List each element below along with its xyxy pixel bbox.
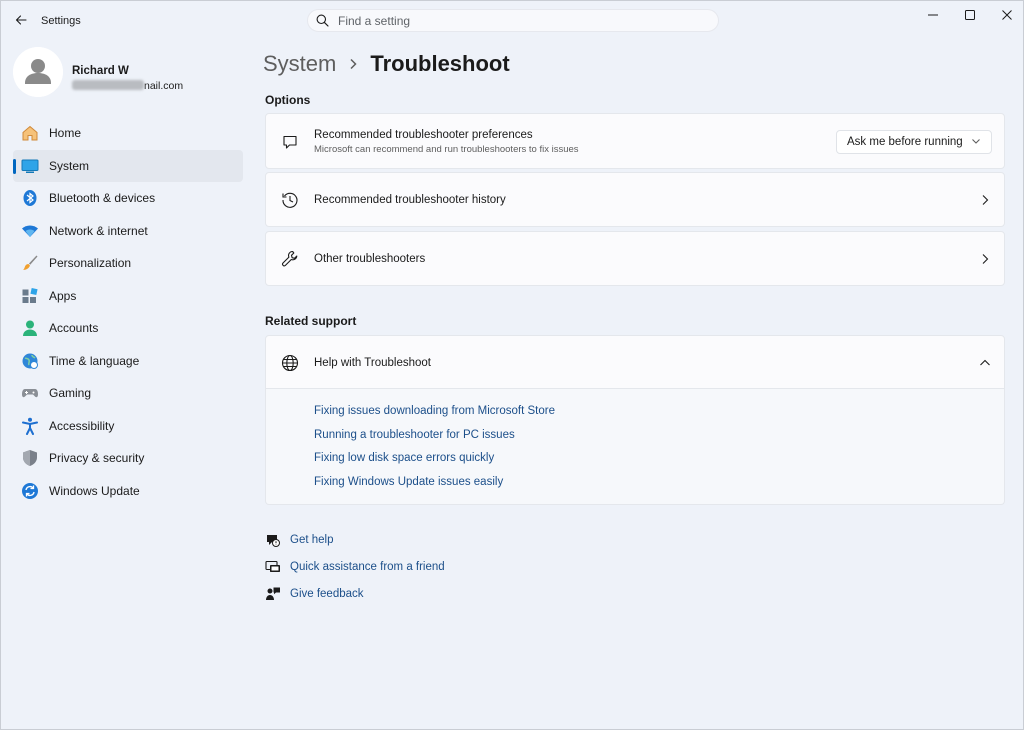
sidebar-item-system[interactable]: System — [13, 149, 243, 182]
sidebar-item-gaming[interactable]: Gaming — [13, 377, 243, 410]
sidebar-item-label: Apps — [49, 288, 77, 303]
accessibility-icon — [21, 417, 39, 435]
history-title: Recommended troubleshooter history — [314, 194, 506, 206]
sidebar-item-privacy[interactable]: Privacy & security — [13, 442, 243, 475]
sidebar-item-label: Privacy & security — [49, 451, 145, 466]
sidebar-item-network[interactable]: Network & internet — [13, 215, 243, 248]
sidebar-item-label: System — [49, 158, 90, 173]
sidebar-item-label: Accessibility — [49, 418, 115, 433]
minimize-button[interactable] — [914, 1, 951, 29]
minimize-icon — [927, 14, 938, 16]
chevron-right-icon — [978, 252, 992, 266]
brush-icon — [21, 254, 39, 272]
get-help-icon — [265, 532, 281, 548]
quick-assist-label: Quick assistance from a friend — [290, 561, 445, 573]
sidebar-item-label: Time & language — [49, 353, 140, 368]
preferences-dropdown[interactable]: Ask me before running — [836, 130, 992, 154]
feedback-icon — [265, 586, 281, 602]
breadcrumb-parent[interactable]: System — [263, 51, 336, 77]
email-redaction — [72, 80, 144, 90]
search-icon — [316, 14, 330, 28]
user-avatar-icon — [13, 47, 63, 97]
sidebar-item-windows-update[interactable]: Windows Update — [13, 475, 243, 508]
sidebar-item-label: Personalization — [49, 256, 132, 271]
globe-icon — [280, 353, 300, 373]
help-link[interactable]: Fixing issues downloading from Microsoft… — [314, 405, 555, 417]
maximize-button[interactable] — [951, 1, 988, 29]
home-icon — [21, 124, 39, 142]
chevron-right-icon — [348, 58, 358, 70]
sidebar-item-time-language[interactable]: Time & language — [13, 345, 243, 378]
help-link[interactable]: Fixing low disk space errors quickly — [314, 452, 494, 464]
sidebar-item-label: Accounts — [49, 321, 99, 336]
window-controls — [914, 1, 1024, 29]
options-heading: Options — [265, 93, 311, 107]
apps-icon — [21, 287, 39, 305]
user-profile[interactable]: Richard W nail.com — [13, 47, 243, 103]
get-help-link[interactable]: Get help — [265, 531, 333, 549]
sidebar: Richard W nail.com Home System Bluetooth… — [1, 41, 251, 730]
help-links-panel: Fixing issues downloading from Microsoft… — [265, 389, 1005, 505]
search-input[interactable] — [338, 13, 718, 28]
time-language-icon — [21, 352, 39, 370]
network-icon — [21, 222, 39, 240]
give-feedback-label: Give feedback — [290, 588, 364, 600]
troubleshooter-preferences-card: Recommended troubleshooter preferences M… — [265, 113, 1005, 169]
sidebar-item-accessibility[interactable]: Accessibility — [13, 410, 243, 443]
other-troubleshooters-card[interactable]: Other troubleshooters — [265, 231, 1005, 286]
sidebar-item-label: Bluetooth & devices — [49, 191, 156, 206]
system-icon — [21, 157, 39, 175]
app-title: Settings — [41, 15, 81, 27]
other-troubleshooters-title: Other troubleshooters — [314, 253, 426, 265]
give-feedback-link[interactable]: Give feedback — [265, 585, 364, 603]
wrench-icon — [280, 249, 300, 269]
close-icon — [1001, 10, 1012, 20]
chevron-right-icon — [978, 193, 992, 207]
preferences-subtitle: Microsoft can recommend and run troubles… — [314, 144, 579, 155]
page-title: Troubleshoot — [370, 51, 510, 76]
sidebar-item-label: Home — [49, 126, 82, 141]
close-button[interactable] — [988, 1, 1024, 29]
shield-icon — [21, 449, 39, 467]
help-title: Help with Troubleshoot — [314, 357, 431, 369]
help-link[interactable]: Running a troubleshooter for PC issues — [314, 429, 515, 441]
sidebar-item-accounts[interactable]: Accounts — [13, 312, 243, 345]
search-box[interactable] — [307, 9, 719, 32]
sidebar-item-apps[interactable]: Apps — [13, 280, 243, 313]
sidebar-item-bluetooth[interactable]: Bluetooth & devices — [13, 182, 243, 215]
sidebar-item-personalization[interactable]: Personalization — [13, 247, 243, 280]
dropdown-value: Ask me before running — [847, 136, 963, 148]
user-name: Richard W — [72, 65, 129, 77]
chevron-up-icon — [978, 356, 992, 370]
sidebar-item-label: Network & internet — [49, 223, 148, 238]
update-icon — [21, 482, 39, 500]
avatar — [13, 47, 63, 97]
related-support-heading: Related support — [265, 314, 357, 328]
chevron-down-icon — [971, 136, 981, 149]
bluetooth-icon — [21, 189, 39, 207]
quick-assist-icon — [265, 559, 281, 575]
get-help-label: Get help — [290, 534, 334, 546]
settings-window: Settings Find a setting Richard W nail.c… — [0, 0, 1024, 730]
title-bar: Settings — [1, 1, 1024, 41]
maximize-icon — [964, 10, 975, 20]
history-icon — [280, 190, 300, 210]
user-email: nail.com — [72, 80, 183, 92]
sidebar-nav: Home System Bluetooth & devices Network … — [13, 117, 243, 507]
gamepad-icon — [21, 384, 39, 402]
sidebar-item-label: Windows Update — [49, 483, 140, 498]
help-link[interactable]: Fixing Windows Update issues easily — [314, 476, 503, 488]
back-arrow-icon — [15, 15, 27, 25]
help-troubleshoot-header[interactable]: Help with Troubleshoot — [265, 335, 1005, 389]
breadcrumb: System Troubleshoot — [263, 49, 510, 79]
accounts-icon — [21, 319, 39, 337]
troubleshooter-history-card[interactable]: Recommended troubleshooter history — [265, 172, 1005, 227]
back-button[interactable] — [9, 9, 33, 31]
chat-bubble-icon — [280, 132, 300, 152]
sidebar-item-label: Gaming — [49, 386, 92, 401]
sidebar-item-home[interactable]: Home — [13, 117, 243, 150]
quick-assist-link[interactable]: Quick assistance from a friend — [265, 558, 445, 576]
preferences-title: Recommended troubleshooter preferences — [314, 129, 533, 141]
